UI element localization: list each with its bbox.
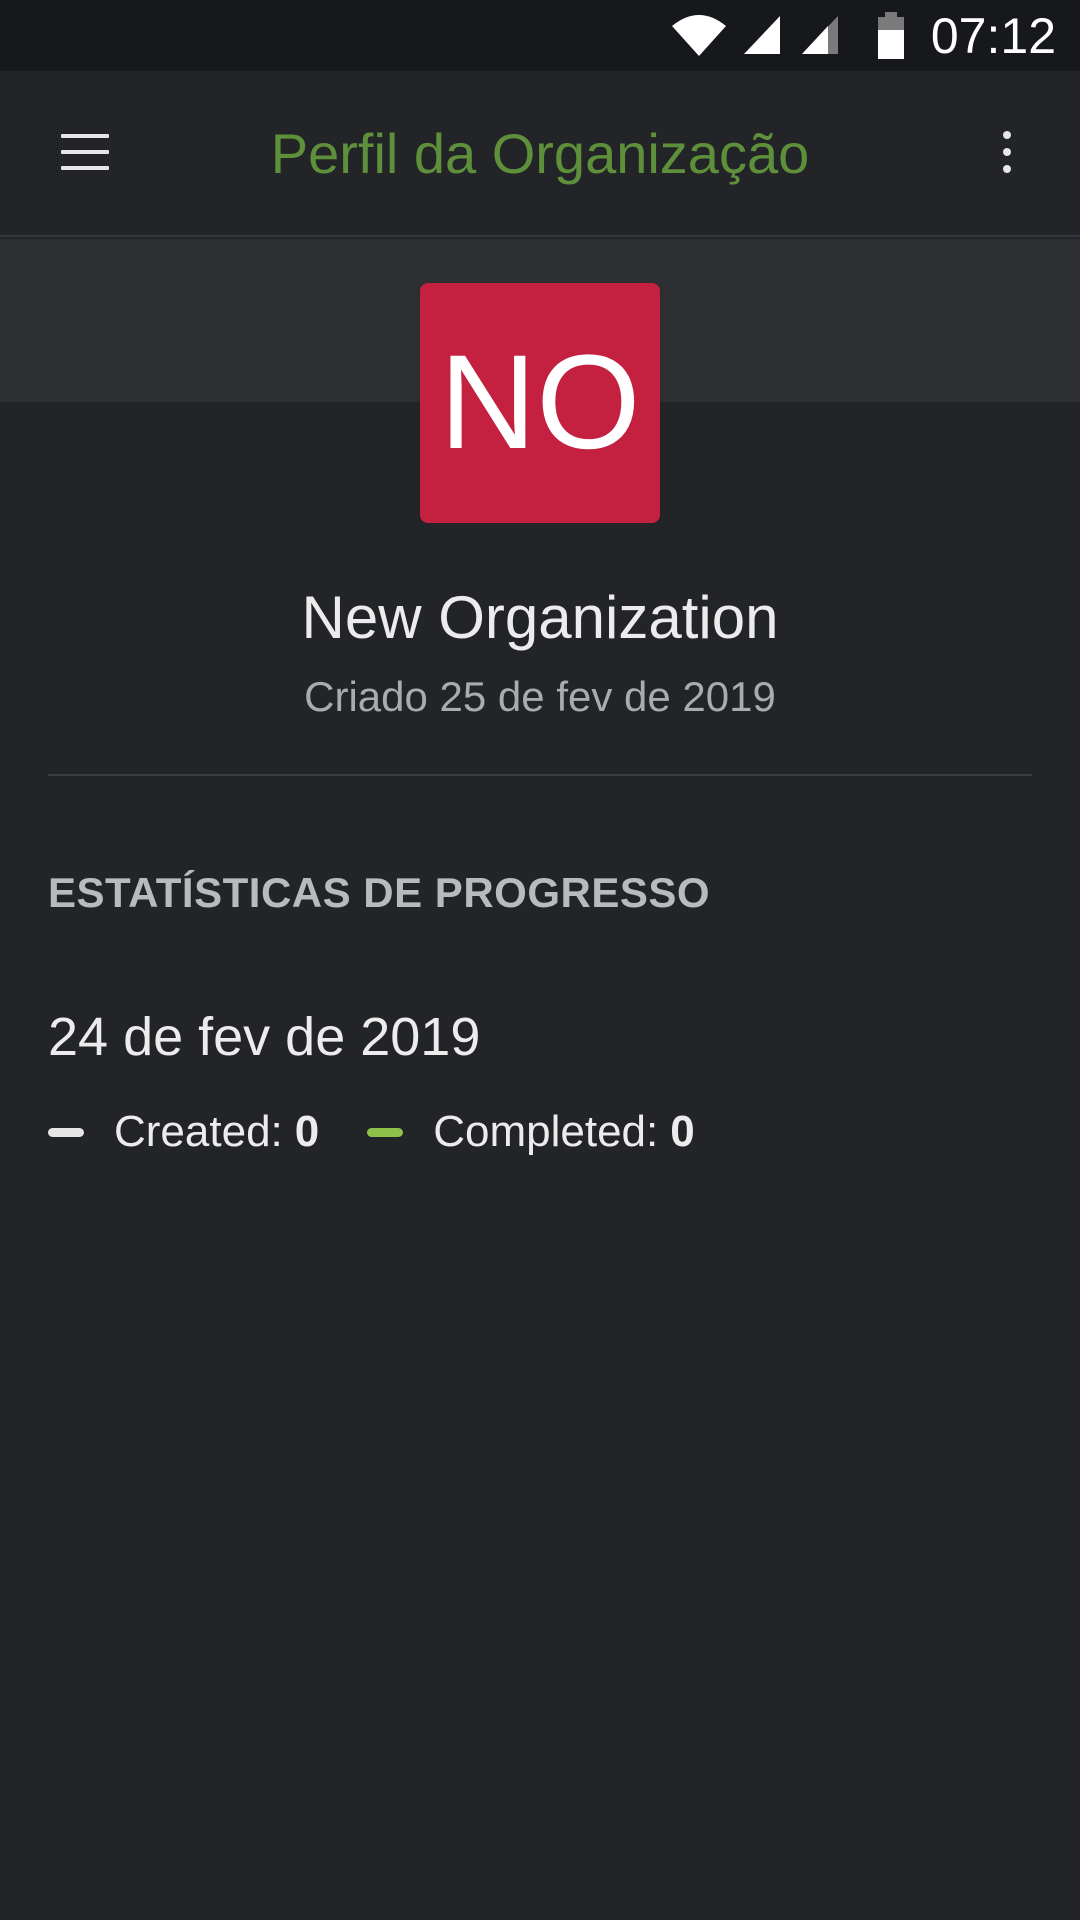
legend-swatch-created	[48, 1127, 84, 1137]
legend-swatch-completed	[367, 1127, 404, 1137]
legend-label: Created:	[114, 1107, 283, 1156]
wifi-icon	[670, 12, 728, 63]
avatar-initials: NO	[439, 328, 641, 477]
signal-icon	[742, 14, 782, 61]
signal-icon	[800, 14, 840, 61]
screen: 07:12 Perfil da Organização NO New Organ…	[0, 0, 1080, 1920]
hamburger-menu-icon	[61, 132, 109, 177]
divider	[48, 774, 1032, 776]
legend-item-completed: Completed: 0	[367, 1104, 695, 1160]
organization-avatar: NO	[420, 283, 660, 523]
legend-value: 0	[670, 1107, 695, 1156]
stats-legend: Created: 0 Completed: 0	[48, 1104, 743, 1160]
menu-button[interactable]	[42, 111, 128, 197]
organization-created-date: Criado 25 de fev de 2019	[304, 673, 776, 720]
app-bar: Perfil da Organização	[0, 71, 1080, 237]
legend-item-created: Created: 0	[48, 1104, 319, 1160]
overflow-menu-button[interactable]	[964, 111, 1050, 197]
status-bar: 07:12	[0, 0, 1080, 71]
legend-value: 0	[294, 1107, 320, 1156]
status-time: 07:12	[930, 8, 1056, 64]
page-title: Perfil da Organização	[270, 122, 810, 185]
battery-icon	[876, 12, 906, 65]
organization-name: New Organization	[301, 584, 779, 651]
more-vert-icon	[1001, 130, 1013, 179]
progress-stats-heading: ESTATÍSTICAS DE PROGRESSO	[48, 869, 711, 916]
stats-date: 24 de fev de 2019	[48, 1007, 481, 1067]
legend-label: Completed:	[433, 1107, 659, 1156]
